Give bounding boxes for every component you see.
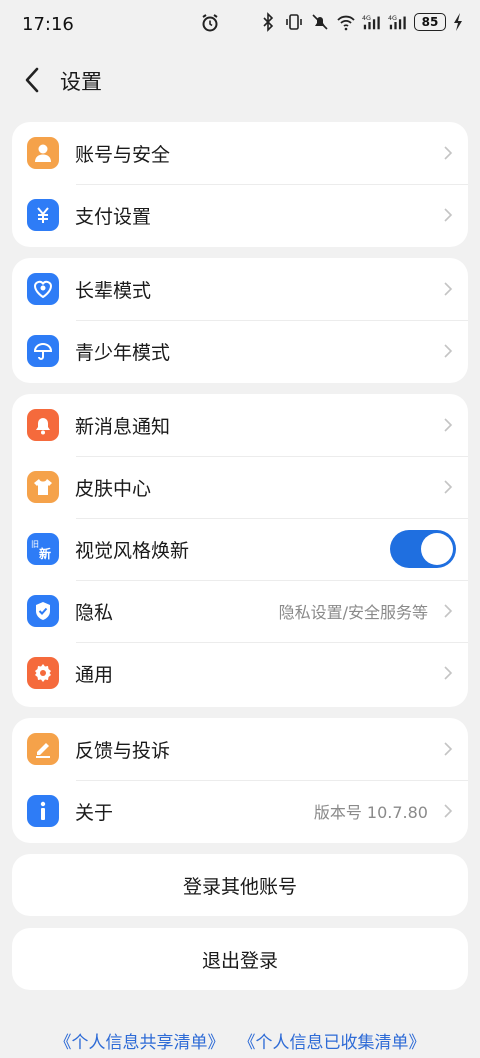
status-icons: 4G 4G 85	[258, 12, 464, 32]
bell-icon	[27, 409, 59, 441]
switch-account-button[interactable]: 登录其他账号	[12, 854, 468, 916]
row-new-message-notifications[interactable]: 新消息通知	[12, 394, 468, 456]
row-payment-settings[interactable]: 支付设置	[12, 184, 468, 246]
alarm-icon	[202, 14, 218, 32]
tshirt-icon	[27, 471, 59, 503]
mute-icon	[312, 14, 328, 30]
bluetooth-icon	[263, 12, 274, 32]
settings-group-general: 新消息通知 皮肤中心 旧 新 视觉风格焕新 隐私 隐私设置/安全服务等 通用	[12, 394, 468, 707]
row-privacy[interactable]: 隐私 隐私设置/安全服务等	[12, 580, 468, 642]
status-time: 17:16	[22, 13, 74, 35]
nav-bar: 设置	[0, 52, 480, 108]
wifi-icon	[337, 15, 355, 31]
chevron-right-icon	[444, 282, 453, 296]
row-label: 视觉风格焕新	[75, 539, 190, 562]
svg-text:4G: 4G	[388, 15, 397, 22]
row-visual-style-refresh: 旧 新 视觉风格焕新	[12, 518, 468, 580]
battery-indicator: 85	[414, 13, 446, 31]
chevron-right-icon	[444, 742, 453, 756]
visual-style-toggle[interactable]	[390, 530, 456, 568]
elder-mode-icon	[27, 273, 59, 305]
row-value: 隐私设置/安全服务等	[278, 603, 428, 622]
chevron-left-icon	[25, 67, 39, 93]
style-refresh-icon: 旧 新	[27, 533, 59, 565]
chevron-right-icon	[444, 604, 453, 618]
settings-group-modes: 长辈模式 青少年模式	[12, 258, 468, 383]
row-label: 账号与安全	[75, 143, 171, 166]
account-icon	[27, 137, 59, 169]
info-icon	[27, 795, 59, 827]
feedback-icon	[27, 733, 59, 765]
row-skin-center[interactable]: 皮肤中心	[12, 456, 468, 518]
settings-group-about: 反馈与投诉 关于 版本号 10.7.80	[12, 718, 468, 843]
row-label: 反馈与投诉	[75, 739, 171, 762]
collected-info-list-link[interactable]: 《个人信息已收集清单》	[239, 1028, 426, 1053]
shared-info-list-link[interactable]: 《个人信息共享清单》	[55, 1028, 225, 1053]
privacy-shield-icon	[27, 595, 59, 627]
logout-button[interactable]: 退出登录	[12, 928, 468, 990]
chevron-right-icon	[444, 804, 453, 818]
chevron-right-icon	[444, 666, 453, 680]
back-button[interactable]	[16, 64, 48, 96]
version-value: 版本号 10.7.80	[313, 803, 428, 822]
toggle-knob	[421, 533, 453, 565]
row-label: 通用	[75, 663, 114, 686]
row-feedback-complaints[interactable]: 反馈与投诉	[12, 718, 468, 780]
row-label: 新消息通知	[75, 415, 171, 438]
chevron-right-icon	[444, 418, 453, 432]
row-teen-mode[interactable]: 青少年模式	[12, 320, 468, 382]
status-bar: 17:16 4G 4G 85	[0, 0, 480, 48]
row-label: 关于	[75, 801, 114, 824]
row-label: 青少年模式	[75, 341, 171, 364]
teen-mode-icon	[27, 335, 59, 367]
row-about[interactable]: 关于 版本号 10.7.80	[12, 780, 468, 842]
page-title: 设置	[60, 70, 102, 94]
chevron-right-icon	[444, 480, 453, 494]
chevron-right-icon	[444, 208, 453, 222]
footer-links: 《个人信息共享清单》 《个人信息已收集清单》	[0, 1028, 480, 1053]
row-label: 皮肤中心	[75, 477, 152, 500]
svg-text:4G: 4G	[362, 15, 371, 22]
row-label: 支付设置	[75, 205, 152, 228]
gear-icon	[27, 657, 59, 689]
charging-icon	[454, 13, 462, 31]
payment-icon	[27, 199, 59, 231]
svg-text:旧: 旧	[31, 540, 39, 549]
chevron-right-icon	[444, 146, 453, 160]
row-account-security[interactable]: 账号与安全	[12, 122, 468, 184]
settings-group-account: 账号与安全 支付设置	[12, 122, 468, 247]
row-label: 长辈模式	[75, 279, 152, 302]
signal-4g-icon: 4G	[388, 15, 406, 30]
chevron-right-icon	[444, 344, 453, 358]
svg-text:新: 新	[39, 546, 51, 561]
signal-4g-icon: 4G	[362, 15, 380, 30]
row-label: 隐私	[75, 601, 114, 624]
vibrate-icon	[286, 14, 302, 30]
row-elder-mode[interactable]: 长辈模式	[12, 258, 468, 320]
row-general[interactable]: 通用	[12, 642, 468, 704]
